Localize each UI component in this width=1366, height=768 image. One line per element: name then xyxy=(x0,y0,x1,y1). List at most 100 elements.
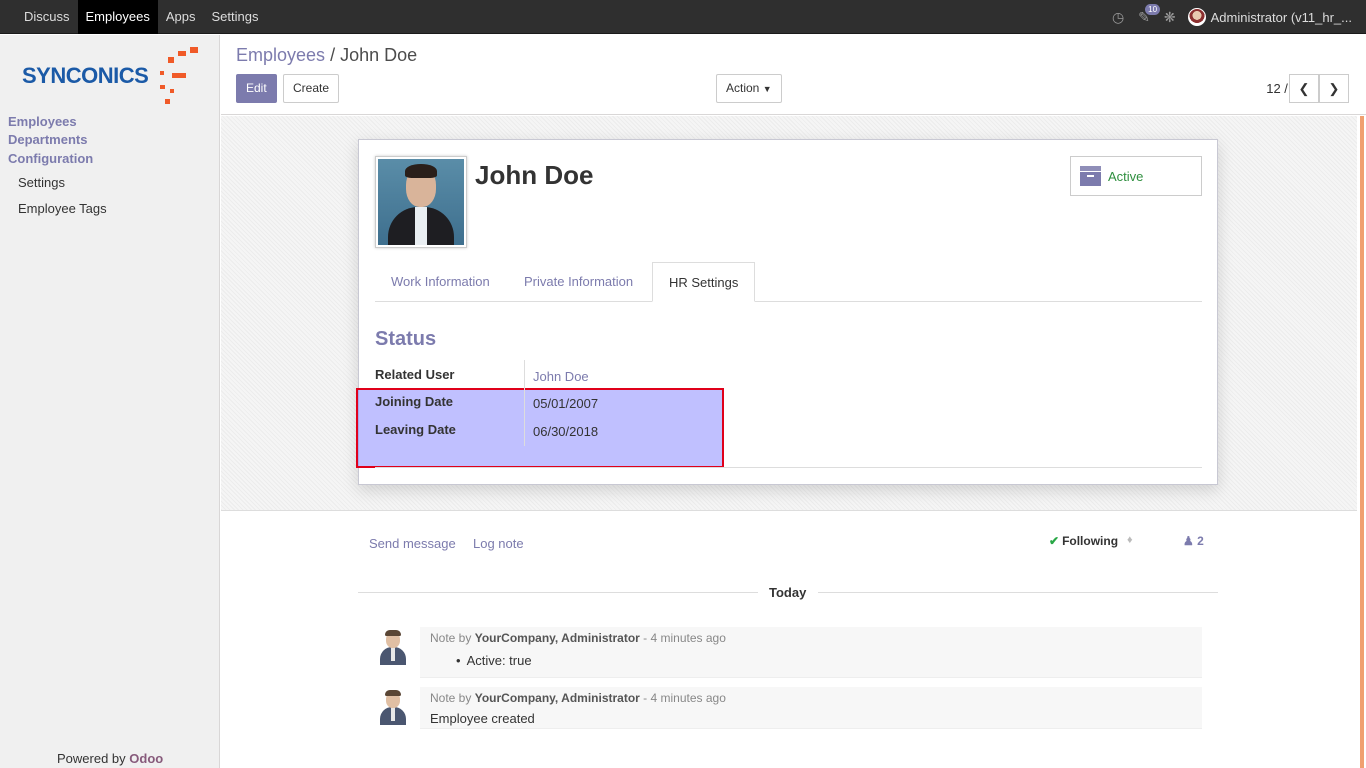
menu-settings[interactable]: Settings xyxy=(203,0,266,34)
avatar-hair xyxy=(385,690,401,696)
date-divider-label: Today xyxy=(769,585,807,600)
message-avatar[interactable] xyxy=(378,630,408,666)
photo-hair xyxy=(405,164,437,178)
form-sheet: John Doe Active Work Information Private… xyxy=(356,139,1218,485)
following-button[interactable]: ✔ Following xyxy=(1049,534,1118,548)
sidebar-item-employees[interactable]: Employees xyxy=(8,114,77,129)
logo-square xyxy=(178,51,186,56)
message-time: - 4 minutes ago xyxy=(643,631,726,645)
photo-image xyxy=(378,159,464,245)
chat-icon[interactable]: ✎ 10 xyxy=(1138,3,1161,26)
logo-square xyxy=(165,99,170,104)
logo-text: SYNCONICS xyxy=(22,63,149,88)
avatar-hair xyxy=(385,630,401,636)
log-note-button[interactable]: Log note xyxy=(473,536,524,551)
message-prefix: Note by xyxy=(430,691,472,705)
logo-square xyxy=(172,73,186,78)
edit-button[interactable]: Edit xyxy=(236,74,277,103)
company-logo: SYNCONICS xyxy=(20,47,202,104)
user-menu[interactable]: Administrator (v11_hr_... xyxy=(1187,8,1352,26)
bug-icon[interactable]: ❋ xyxy=(1164,9,1176,26)
create-button[interactable]: Create xyxy=(283,74,340,103)
active-toggle-button[interactable]: Active xyxy=(1070,156,1202,196)
joining-date-label: Joining Date xyxy=(375,394,454,409)
form-separator xyxy=(375,467,1202,468)
message-item: Note by YourCompany, Administrator - 4 m… xyxy=(420,627,1202,678)
sidebar-item-settings[interactable]: Settings xyxy=(18,175,65,190)
user-avatar xyxy=(1187,8,1206,26)
control-panel: Employees / John Doe Edit Create Action … xyxy=(221,35,1366,115)
message-meta: Note by YourCompany, Administrator - 4 m… xyxy=(430,691,726,705)
followers-count: 2 xyxy=(1197,534,1204,548)
powered-by: Powered by Odoo xyxy=(57,751,163,766)
message-avatar[interactable] xyxy=(378,690,408,726)
logo-square xyxy=(170,89,174,93)
following-label: Following xyxy=(1062,534,1119,548)
message-body: Employee created xyxy=(430,711,535,726)
leaving-date-value[interactable]: 06/30/2018 xyxy=(533,424,598,439)
user-name: Administrator (v11_hr_... xyxy=(1210,9,1352,25)
date-divider-right xyxy=(818,592,1218,593)
date-divider-left xyxy=(358,592,758,593)
field-divider xyxy=(524,360,525,446)
chat-badge: 10 xyxy=(1145,3,1161,15)
form-tabs: Work Information Private Information HR … xyxy=(375,262,1202,302)
avatar-tie xyxy=(391,647,395,661)
chatter-separator xyxy=(221,510,1357,511)
message-body: • Active: true xyxy=(456,653,532,668)
tab-work-information[interactable]: Work Information xyxy=(375,262,506,302)
check-icon: ✔ xyxy=(1049,534,1060,548)
logo-square xyxy=(160,71,164,75)
user-icon: ♟ xyxy=(1183,534,1194,548)
tab-private-information[interactable]: Private Information xyxy=(508,262,649,302)
leaving-date-label: Leaving Date xyxy=(375,422,456,437)
sidebar-item-employee-tags[interactable]: Employee Tags xyxy=(18,201,107,216)
chevron-left-icon: ❮ xyxy=(1298,81,1310,96)
systray: ◷ ✎ 10 ❋ Administrator (v11_hr_... xyxy=(1098,0,1352,34)
message-time: - 4 minutes ago xyxy=(643,691,726,705)
sidebar: SYNCONICS Employees Departments Configur… xyxy=(0,35,220,768)
menu-discuss[interactable]: Discuss xyxy=(16,0,78,34)
bell-icon[interactable]: ♦ xyxy=(1127,534,1133,546)
followers-button[interactable]: ♟ 2 xyxy=(1183,534,1204,548)
photo-shirt xyxy=(415,207,427,245)
action-dropdown[interactable]: Action ▼ xyxy=(716,74,782,103)
related-user-label: Related User xyxy=(375,367,455,382)
message-author[interactable]: YourCompany, Administrator xyxy=(475,631,640,645)
scrollbar-thumb[interactable] xyxy=(1360,116,1364,768)
menu-apps[interactable]: Apps xyxy=(158,0,204,34)
action-label: Action xyxy=(726,81,760,95)
message-prefix: Note by xyxy=(430,631,472,645)
breadcrumb-current: John Doe xyxy=(340,45,418,65)
joining-date-value[interactable]: 05/01/2007 xyxy=(533,396,598,411)
sidebar-item-departments[interactable]: Departments xyxy=(8,132,87,147)
scrollbar[interactable] xyxy=(1358,116,1366,768)
active-label: Active xyxy=(1108,169,1144,184)
related-user-value[interactable]: John Doe xyxy=(533,369,589,384)
breadcrumb: Employees / John Doe xyxy=(236,45,417,66)
breadcrumb-employees[interactable]: Employees xyxy=(236,45,325,65)
powered-by-brand[interactable]: Odoo xyxy=(129,751,163,766)
powered-by-label: Powered by xyxy=(57,751,126,766)
menu-employees[interactable]: Employees xyxy=(77,0,158,34)
next-record-button[interactable]: ❯ xyxy=(1319,74,1349,103)
employee-name: John Doe xyxy=(475,160,594,190)
tab-hr-settings[interactable]: HR Settings xyxy=(652,262,756,302)
archive-icon xyxy=(1080,166,1101,186)
send-message-button[interactable]: Send message xyxy=(369,536,456,551)
message-author[interactable]: YourCompany, Administrator xyxy=(475,691,640,705)
avatar-tie xyxy=(391,707,395,721)
logo-square xyxy=(190,47,198,53)
previous-record-button[interactable]: ❮ xyxy=(1289,74,1319,103)
breadcrumb-separator: / xyxy=(330,45,336,65)
chevron-right-icon: ❯ xyxy=(1328,81,1340,96)
bullet-icon: • xyxy=(456,653,461,668)
top-navbar: Discuss Employees Apps Settings ◷ ✎ 10 ❋ … xyxy=(0,0,1366,34)
employee-photo[interactable] xyxy=(375,156,467,248)
app-menu: Discuss Employees Apps Settings xyxy=(16,0,266,34)
message-meta: Note by YourCompany, Administrator - 4 m… xyxy=(430,631,726,645)
logo-square xyxy=(168,57,174,63)
logo-square xyxy=(160,85,165,89)
clock-icon[interactable]: ◷ xyxy=(1112,9,1124,26)
section-title: Status xyxy=(375,328,437,350)
